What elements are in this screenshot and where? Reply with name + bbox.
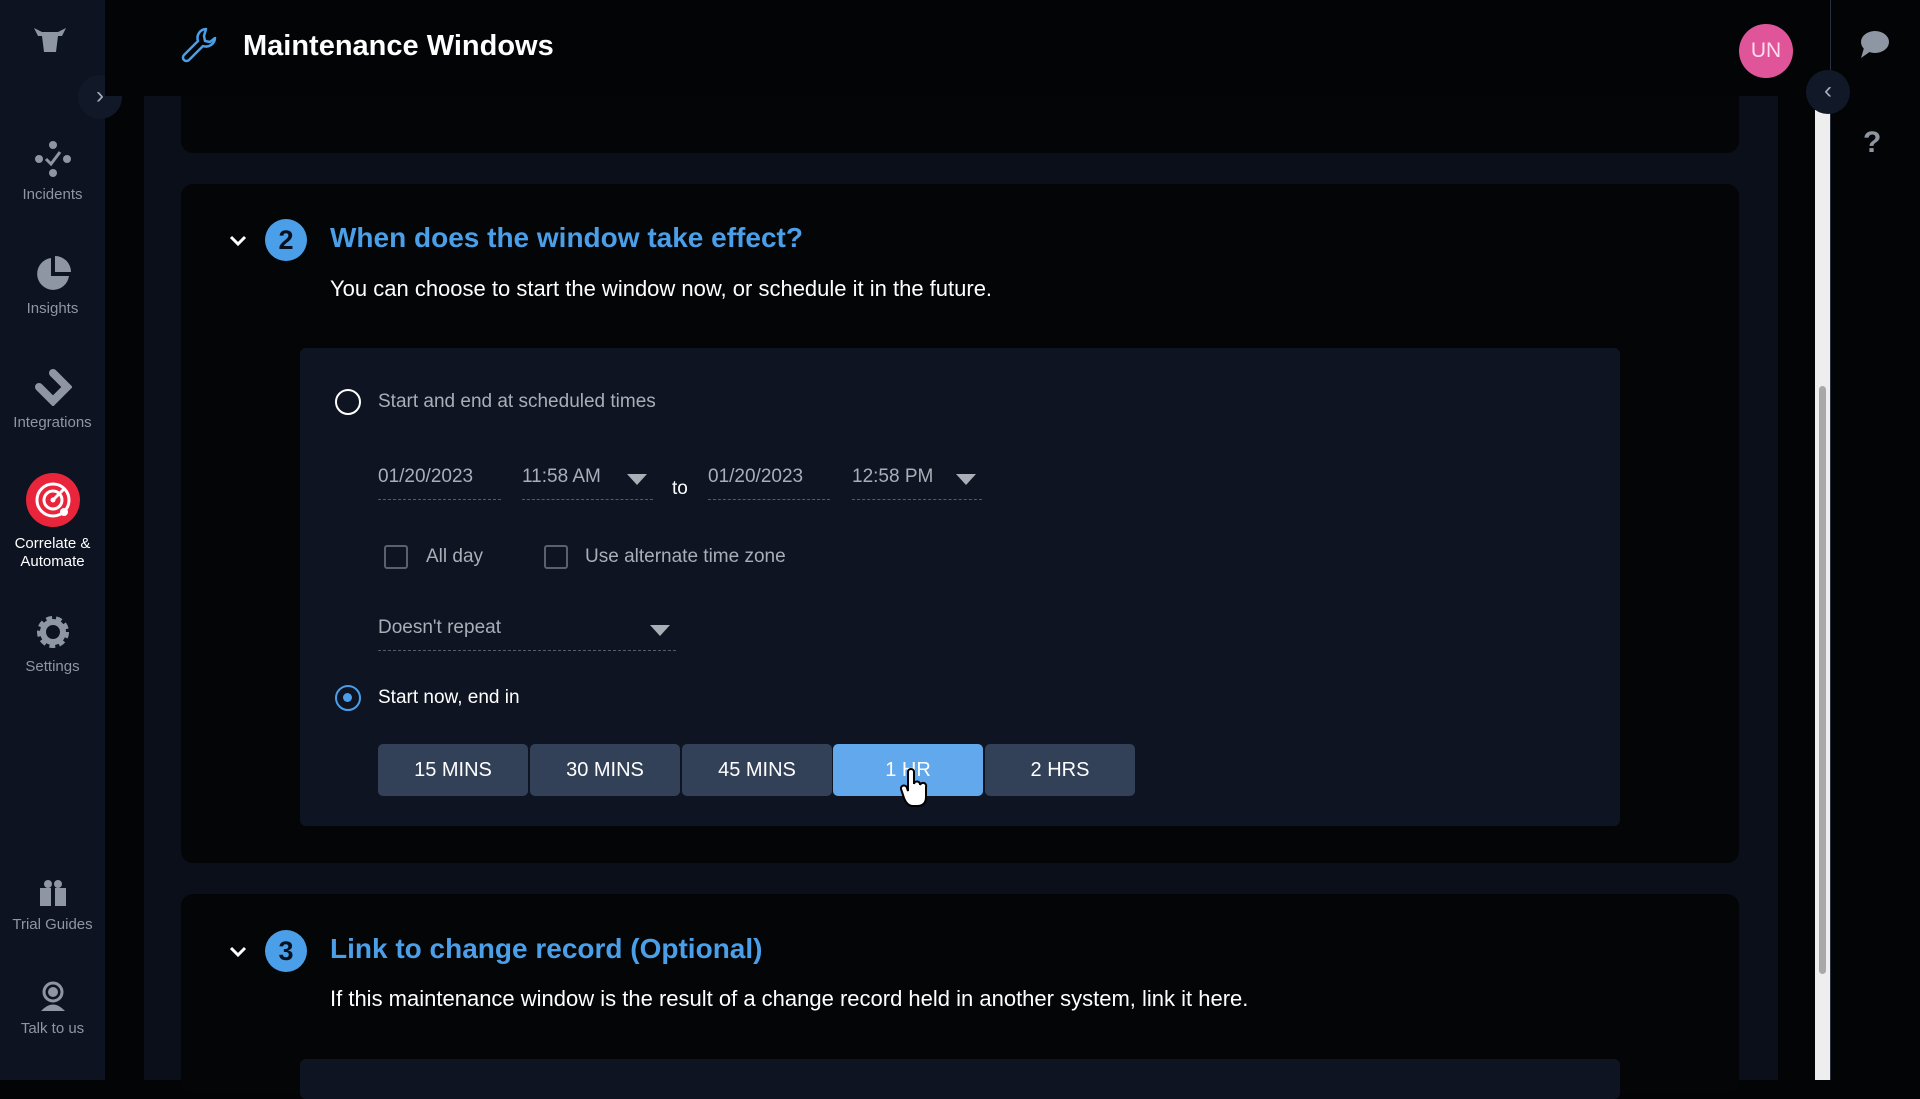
hand-cursor-icon — [900, 768, 928, 807]
dropdown-arrow-icon — [956, 474, 976, 485]
radio-start-now-label: Start now, end in — [378, 687, 520, 708]
section-2-title: When does the window take effect? — [330, 222, 803, 253]
integrations-icon — [34, 369, 72, 406]
change-record-panel — [300, 1059, 1620, 1099]
help-icon[interactable]: ? — [1863, 126, 1881, 160]
dropdown-arrow-icon — [627, 474, 647, 485]
sidebar-item-label: Talk to us — [20, 1020, 85, 1037]
scrollbar-thumb[interactable] — [1819, 386, 1826, 974]
gear-icon — [36, 616, 69, 648]
start-date-input[interactable]: 01/20/2023 — [378, 466, 501, 500]
wrench-icon — [181, 27, 217, 63]
end-date-input[interactable]: 01/20/2023 — [708, 466, 830, 500]
avatar[interactable]: UN — [1739, 24, 1793, 78]
sidebar-item-incidents[interactable]: Incidents — [0, 140, 105, 203]
duration-30-mins-button[interactable]: 30 MINS — [530, 744, 680, 796]
collapse-right-rail-button[interactable]: ‹ — [1806, 70, 1850, 114]
page-title: Maintenance Windows — [243, 30, 554, 62]
section-3-subtitle: If this maintenance window is the result… — [330, 986, 1249, 1011]
collapse-section-2-chevron-icon[interactable] — [227, 230, 249, 252]
to-label: to — [672, 478, 688, 499]
sidebar-item-settings[interactable]: Settings — [0, 614, 105, 675]
alternate-time-zone-checkbox[interactable] — [544, 545, 568, 569]
step-badge: 3 — [265, 930, 307, 972]
section-3-title: Link to change record (Optional) — [330, 933, 763, 964]
sidebar: Incidents Insights Integrations Correlat… — [0, 0, 105, 1080]
radio-scheduled[interactable] — [335, 389, 361, 415]
chevron-right-icon: › — [96, 82, 104, 109]
start-time-value: 11:58 AM — [522, 466, 601, 487]
gift-icon — [39, 880, 66, 906]
section-2-subtitle: You can choose to start the window now, … — [330, 276, 993, 301]
sidebar-item-insights[interactable]: Insights — [0, 256, 105, 317]
repeat-value: Doesn't repeat — [378, 617, 501, 638]
sidebar-item-label: Integrations — [13, 414, 92, 431]
duration-45-mins-button[interactable]: 45 MINS — [682, 744, 832, 796]
end-time-select[interactable]: 12:58 PM — [852, 466, 982, 500]
sidebar-item-label: Insights — [26, 300, 79, 317]
sidebar-item-talk-to-us[interactable]: Talk to us — [0, 980, 105, 1037]
radio-start-now[interactable] — [335, 685, 361, 711]
scrollbar-track[interactable] — [1815, 110, 1830, 1080]
chat-icon[interactable] — [1858, 30, 1890, 60]
end-date-value: 01/20/2023 — [708, 466, 804, 487]
alternate-time-zone-label: Use alternate time zone — [585, 546, 786, 567]
start-time-select[interactable]: 11:58 AM — [522, 466, 653, 500]
duration-2-hrs-button[interactable]: 2 HRS — [985, 744, 1135, 796]
pie-chart-icon — [36, 256, 71, 290]
all-day-label: All day — [426, 546, 484, 567]
support-agent-icon — [40, 981, 65, 1011]
sidebar-item-label: Settings — [25, 658, 80, 675]
repeat-select[interactable]: Doesn't repeat — [378, 617, 676, 651]
sidebar-item-trial-guides[interactable]: Trial Guides — [0, 876, 105, 933]
dropdown-arrow-icon — [650, 625, 670, 636]
collapse-section-3-chevron-icon[interactable] — [227, 941, 249, 963]
start-date-value: 01/20/2023 — [378, 466, 474, 487]
header: Maintenance Windows UN — [105, 0, 1830, 96]
sidebar-item-label: Correlate & Automate — [14, 535, 91, 570]
radar-icon — [25, 473, 80, 527]
radio-scheduled-label: Start and end at scheduled times — [378, 391, 656, 412]
logo-icon — [34, 28, 66, 52]
sidebar-item-integrations[interactable]: Integrations — [0, 368, 105, 431]
duration-15-mins-button[interactable]: 15 MINS — [378, 744, 528, 796]
sidebar-item-correlate-automate[interactable]: Correlate & Automate — [0, 473, 105, 571]
step-badge: 2 — [265, 219, 307, 261]
chevron-left-icon: ‹ — [1824, 77, 1832, 104]
incidents-icon — [34, 141, 71, 177]
right-rail: ? — [1830, 0, 1920, 1080]
sidebar-item-label: Trial Guides — [12, 916, 93, 933]
end-time-value: 12:58 PM — [852, 466, 934, 487]
sidebar-item-label: Incidents — [22, 186, 83, 203]
all-day-checkbox[interactable] — [384, 545, 408, 569]
